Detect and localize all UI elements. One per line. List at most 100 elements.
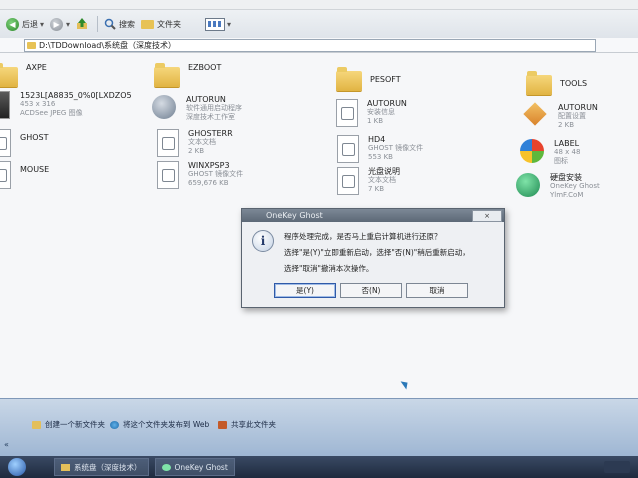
file-name: GHOSTERR <box>188 129 233 138</box>
search-icon <box>104 18 116 30</box>
list-item[interactable]: TOOLS <box>526 71 587 99</box>
file-name: 光盘说明 <box>368 167 400 176</box>
dialog-message-line1: 程序处理完成，是否马上重启计算机进行还原？ <box>284 232 442 241</box>
close-icon: × <box>484 212 490 220</box>
list-item[interactable]: GHOST <box>0 129 48 157</box>
list-item[interactable]: AUTORUN 软件通用启动程序 深度技术工作室 <box>152 95 242 123</box>
taskbar-window-explorer-label: 系统盘（深度技术） <box>74 462 142 472</box>
views-dropdown-icon: ▾ <box>227 19 232 29</box>
file-type: 图标 <box>554 157 568 165</box>
folder-icon <box>0 63 18 87</box>
dialog-title-bar[interactable]: OneKey Ghost × <box>242 209 504 222</box>
up-folder-button[interactable] <box>76 18 91 30</box>
back-button[interactable]: ◀ 后退 ▾ <box>6 17 44 31</box>
system-tray[interactable] <box>604 461 630 473</box>
list-item[interactable]: PESOFT <box>336 67 401 95</box>
file-type: 2 KB <box>558 121 575 129</box>
start-button[interactable] <box>8 458 26 476</box>
toolbar-separator <box>97 16 99 32</box>
windows-logo-icon <box>520 139 544 163</box>
address-bar: D:\TDDownload\系统盘（深度技术） <box>0 38 638 53</box>
list-item[interactable]: GHOSTERR 文本文档 2 KB <box>154 129 233 157</box>
new-folder-link-label: 创建一个新文件夹 <box>45 420 105 429</box>
folder-icon <box>526 71 552 95</box>
ghost-file-icon <box>337 135 359 163</box>
file-type: ACDSee JPEG 图像 <box>20 109 83 117</box>
file-name: AUTORUN <box>186 95 226 104</box>
back-dropdown-icon[interactable]: ▾ <box>40 20 44 29</box>
address-folder-icon <box>27 41 36 49</box>
search-button-label: 搜索 <box>119 19 136 29</box>
image-icon <box>0 91 10 119</box>
file-detail: 文本文档 <box>368 176 396 184</box>
list-item[interactable]: WINXPSP3 GHOST 镜像文件 659,676 KB <box>154 161 243 189</box>
dialog-close-button[interactable]: × <box>472 210 502 222</box>
forward-dropdown-icon[interactable]: ▾ <box>66 20 70 29</box>
share-icon <box>218 420 227 429</box>
list-item[interactable]: AXPE <box>0 63 47 91</box>
settings-file-icon <box>523 102 547 126</box>
publish-web-link-label: 将这个文件夹发布到 Web <box>123 420 210 429</box>
new-folder-link[interactable]: 创建一个新文件夹 <box>32 419 105 430</box>
publish-web-link[interactable]: 将这个文件夹发布到 Web <box>110 419 209 430</box>
up-folder-icon <box>77 18 88 29</box>
forward-button[interactable]: ▶ ▾ <box>50 17 70 31</box>
file-type: 7 KB <box>368 185 385 193</box>
list-item[interactable]: AUTORUN 安装信息 1 KB <box>333 99 407 127</box>
folders-button[interactable]: 文件夹 <box>141 19 181 30</box>
address-path: D:\TDDownload\系统盘（深度技术） <box>39 40 177 50</box>
file-detail: 软件通用启动程序 <box>186 104 242 112</box>
cancel-button[interactable]: 取消 <box>406 283 468 298</box>
file-detail: 文本文档 <box>188 138 216 146</box>
views-button[interactable]: ▾ <box>187 17 232 31</box>
list-item[interactable]: 硬盘安装 OneKey Ghost YlmF.CoM <box>516 173 600 201</box>
new-folder-icon <box>32 420 41 429</box>
file-name: AXPE <box>26 63 47 72</box>
file-name: EZBOOT <box>188 63 222 72</box>
no-button-label: 否(N) <box>361 286 381 295</box>
yes-button[interactable]: 是(Y) <box>274 283 336 298</box>
taskbar-window-explorer[interactable]: 系统盘（深度技术） <box>54 458 149 476</box>
file-name: AUTORUN <box>558 103 598 112</box>
folder-icon <box>61 463 70 471</box>
list-item[interactable]: EZBOOT <box>154 63 221 91</box>
file-detail: OneKey Ghost <box>550 182 600 190</box>
file-name: LABEL <box>554 139 580 148</box>
file-name: WINXPSP3 <box>188 161 230 170</box>
file-name: TOOLS <box>560 79 588 88</box>
list-item[interactable]: AUTORUN 配置设置 2 KB <box>523 102 598 131</box>
list-item[interactable]: HD4 GHOST 镜像文件 553 KB <box>334 135 423 163</box>
task-pane: 创建一个新文件夹 将这个文件夹发布到 Web 共享此文件夹 « <box>0 398 638 457</box>
file-detail: 453 x 316 <box>20 100 56 108</box>
file-name: HD4 <box>368 135 386 144</box>
folders-button-label: 文件夹 <box>157 19 182 29</box>
no-button[interactable]: 否(N) <box>340 283 402 298</box>
file-detail: GHOST 镜像文件 <box>368 144 424 152</box>
dialog-message-line3: 选择"取消"撤消本次操作。 <box>284 264 374 273</box>
share-folder-link[interactable]: 共享此文件夹 <box>218 419 276 430</box>
file-name: MOUSE <box>20 165 50 174</box>
file-detail: 配置设置 <box>558 112 586 120</box>
folder-icon <box>154 63 180 87</box>
file-name: 1523L[A8835_0%0[LXDZO5 <box>20 91 132 100</box>
onekey-ghost-dialog: OneKey Ghost × i 程序处理完成，是否马上重启计算机进行还原？ 选… <box>241 208 505 308</box>
dialog-title: OneKey Ghost <box>266 211 323 220</box>
cancel-button-label: 取消 <box>429 286 445 295</box>
search-button[interactable]: 搜索 <box>104 18 135 30</box>
back-arrow-icon: ◀ <box>6 17 19 31</box>
taskbar-window-onekey[interactable]: OneKey Ghost <box>154 458 235 476</box>
list-item[interactable]: LABEL 48 x 48 图标 <box>520 139 580 167</box>
file-type: 553 KB <box>368 153 393 161</box>
file-name: GHOST <box>20 133 49 142</box>
pane-toggle-icon[interactable]: « <box>4 440 14 449</box>
list-item[interactable]: MOUSE <box>0 161 49 189</box>
list-item[interactable]: 光盘说明 文本文档 7 KB <box>334 167 400 195</box>
list-item[interactable]: 1523L[A8835_0%0[LXDZO5 453 x 316 ACDSee … <box>0 91 132 119</box>
file-detail: GHOST 镜像文件 <box>188 170 244 178</box>
back-button-label: 后退 <box>22 19 38 29</box>
file-name: PESOFT <box>370 75 401 84</box>
onekey-ghost-icon <box>516 173 540 197</box>
file-type: 深度技术工作室 <box>186 113 235 121</box>
file-type: 1 KB <box>367 117 384 125</box>
address-field[interactable]: D:\TDDownload\系统盘（深度技术） <box>24 38 596 52</box>
